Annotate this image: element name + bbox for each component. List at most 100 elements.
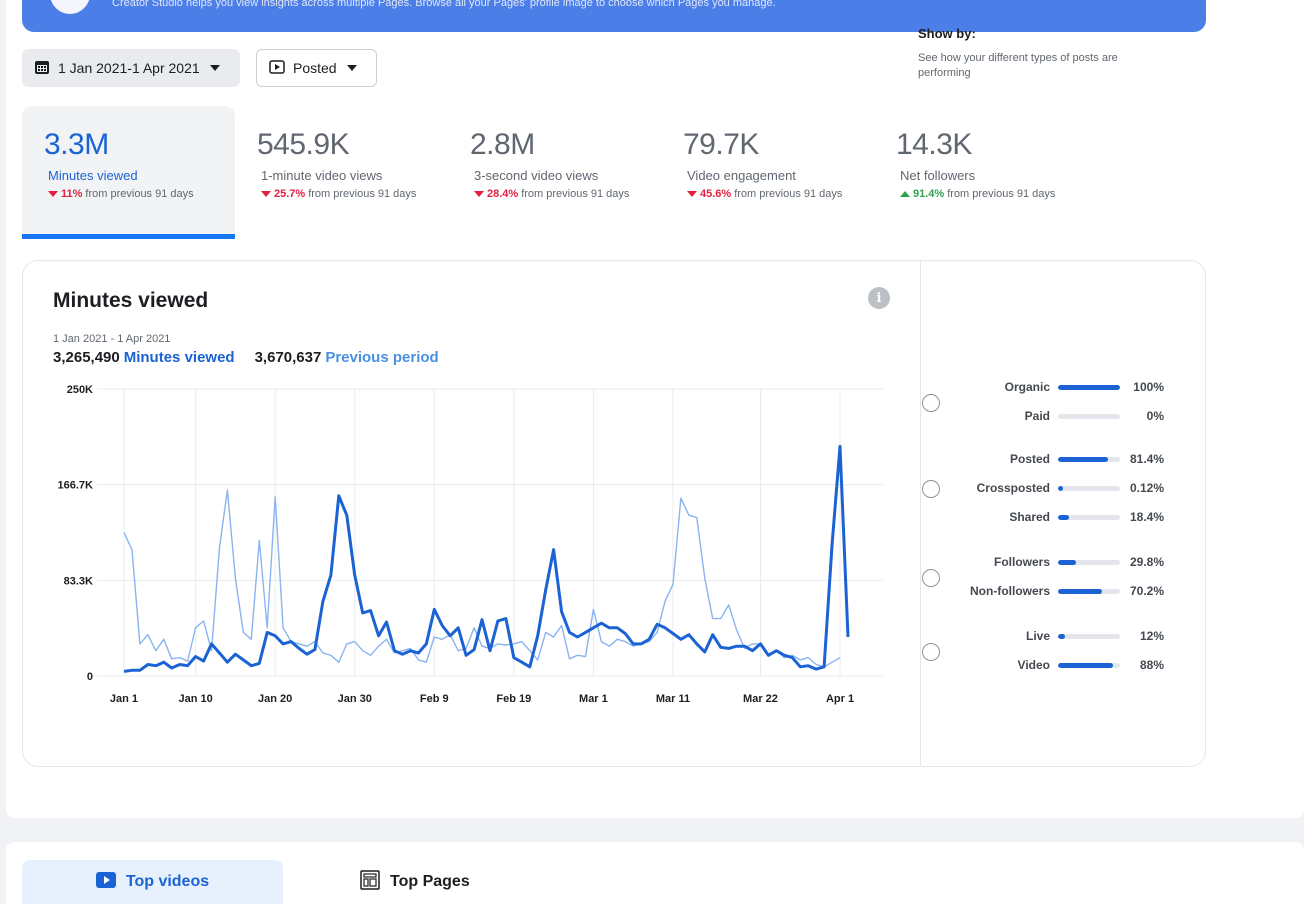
arrow-down-icon	[474, 191, 484, 197]
metric-label: 1-minute video views	[261, 168, 383, 183]
calendar-icon	[34, 59, 50, 78]
x-tick-label: Feb 19	[496, 693, 531, 705]
metric-1-minute-views[interactable]: 545.9K 1-minute video views 25.7% from pr…	[235, 106, 448, 239]
metric-change: 28.4% from previous 91 days	[470, 188, 661, 200]
breakdown-bar-track	[1058, 589, 1120, 594]
y-tick-label: 83.3K	[64, 575, 93, 587]
x-tick-label: Jan 20	[258, 693, 292, 705]
metric-label: Minutes viewed	[48, 168, 138, 183]
metric-change: 91.4% from previous 91 days	[896, 188, 1087, 200]
metric-label: Video engagement	[687, 168, 796, 183]
breakdown-row: Video 88%	[918, 656, 1168, 676]
y-tick-label: 0	[87, 671, 93, 683]
breakdown-bar-fill	[1058, 457, 1109, 462]
x-tick-label: Apr 1	[826, 693, 854, 705]
breakdown-bar-fill	[1058, 486, 1063, 491]
breakdown-label: Paid	[1024, 409, 1050, 423]
metric-value: 14.3K	[896, 128, 972, 161]
breakdown-row: Crossposted 0.12%	[918, 479, 1168, 499]
breakdown-value: 0.12%	[1129, 481, 1164, 495]
metric-video-engagement[interactable]: 79.7K Video engagement 45.6% from previou…	[661, 106, 874, 239]
post-type-dropdown[interactable]: Posted	[256, 49, 377, 87]
breakdown-row: Live 12%	[918, 627, 1168, 647]
breakdown-value: 88%	[1139, 658, 1164, 672]
breakdown-bar-track	[1058, 515, 1120, 520]
x-tick-label: Mar 1	[579, 693, 608, 705]
metric-net-followers[interactable]: 14.3K Net followers 91.4% from previous 9…	[874, 106, 1087, 239]
metric-minutes-viewed[interactable]: 3.3M Minutes viewed 11% from previous 91 …	[22, 106, 235, 239]
metric-change: 45.6% from previous 91 days	[683, 188, 874, 200]
breakdown-bar-fill	[1058, 589, 1102, 594]
chevron-down-icon	[346, 65, 357, 71]
breakdown-row: Non-followers 70.2%	[918, 582, 1168, 602]
x-tick-label: Feb 9	[420, 693, 449, 705]
breakdown-label: Shared	[1009, 510, 1050, 524]
breakdown-row: Followers 29.8%	[918, 553, 1168, 573]
breakdown-bar-fill	[1058, 560, 1077, 565]
breakdown-bar-track	[1058, 385, 1120, 390]
breakdown-label: Live	[1025, 629, 1050, 643]
series-line-previous[interactable]	[123, 489, 841, 668]
breakdown-value: 81.4%	[1129, 452, 1164, 466]
breakdown-row: Shared 18.4%	[918, 508, 1168, 528]
metric-change: 25.7% from previous 91 days	[257, 188, 448, 200]
tab-top-pages[interactable]: Top Pages	[340, 860, 500, 904]
x-tick-label: Mar 22	[743, 693, 778, 705]
show-by-title: Show by:	[918, 26, 976, 41]
breakdown-label: Video	[1017, 658, 1050, 672]
breakdown-bar-fill	[1058, 515, 1070, 520]
breakdown-label: Followers	[993, 555, 1050, 569]
video-play-icon	[95, 871, 116, 893]
metric-3-second-views[interactable]: 2.8M 3-second video views 28.4% from prev…	[448, 106, 661, 239]
date-range-dropdown[interactable]: 1 Jan 2021-1 Apr 2021	[22, 49, 240, 87]
y-tick-label: 250K	[67, 384, 93, 396]
x-tick-label: Jan 30	[338, 693, 372, 705]
breakdown-bar-track	[1058, 414, 1120, 419]
date-range-label: 1 Jan 2021-1 Apr 2021	[58, 60, 200, 76]
video-play-icon	[269, 59, 285, 77]
metric-value: 79.7K	[683, 128, 759, 161]
breakdown-bar-fill	[1058, 634, 1066, 639]
breakdown-row: Paid 0%	[918, 407, 1168, 427]
metric-label: 3-second video views	[474, 168, 599, 183]
breakdown-label: Crossposted	[976, 481, 1050, 495]
breakdown-value: 18.4%	[1129, 510, 1164, 524]
x-tick-label: Jan 1	[110, 693, 138, 705]
breakdown-bar-track	[1058, 486, 1120, 491]
breakdown-value: 100%	[1133, 380, 1164, 394]
metric-change: 11% from previous 91 days	[44, 188, 235, 200]
tab-label: Top videos	[125, 873, 210, 890]
tab-label: Top Pages	[390, 873, 470, 890]
breakdown-row: Posted 81.4%	[918, 450, 1168, 470]
pages-icon	[360, 869, 380, 895]
show-by-subtitle: See how your different types of posts ar…	[918, 52, 1118, 79]
x-tick-label: Mar 11	[656, 693, 690, 705]
breakdown-bar-track	[1058, 663, 1120, 668]
breakdown-value: 12%	[1139, 629, 1164, 643]
arrow-down-icon	[48, 191, 58, 197]
x-tick-label: Jan 10	[178, 693, 212, 705]
arrow-down-icon	[687, 191, 697, 197]
banner-text: Creator Studio helps you view insights a…	[112, 0, 776, 9]
breakdown-bar-fill	[1058, 663, 1113, 668]
arrow-down-icon	[261, 191, 271, 197]
breakdown-bar-track	[1058, 634, 1120, 639]
breakdown-value: 29.8%	[1129, 555, 1164, 569]
breakdown-label: Posted	[1009, 452, 1050, 466]
breakdown-label: Non-followers	[970, 584, 1050, 598]
arrow-up-icon	[900, 191, 910, 197]
post-type-label: Posted	[293, 60, 337, 76]
show-by-panel: Show by: See how your different types of…	[918, 26, 1168, 81]
metric-value: 545.9K	[257, 128, 350, 161]
breakdown-value: 0%	[1146, 409, 1164, 423]
tab-top-videos[interactable]: Top videos	[22, 860, 283, 904]
breakdown-row: Organic 100%	[918, 378, 1168, 398]
metric-label: Net followers	[900, 168, 976, 183]
chevron-down-icon	[209, 65, 220, 71]
y-tick-label: 166.7K	[58, 480, 94, 492]
banner-avatar	[50, 0, 90, 14]
breakdown-bar-track	[1058, 457, 1120, 462]
breakdown-bar-fill	[1058, 385, 1120, 390]
metric-value: 2.8M	[470, 128, 535, 161]
metrics-tabs: 3.3M Minutes viewed 11% from previous 91 …	[22, 106, 1102, 239]
